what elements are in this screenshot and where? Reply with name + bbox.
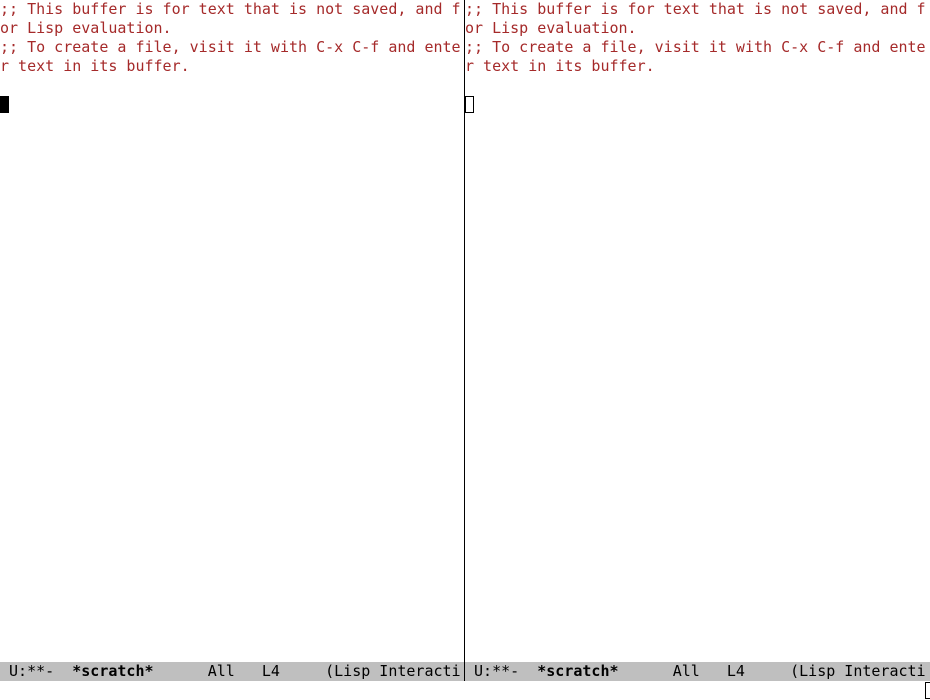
buffer-line: or Lisp evaluation. — [465, 19, 637, 37]
modeline-buffer-name: *scratch* — [72, 662, 153, 680]
buffer-line: ;; To create a file, visit it with C-x C… — [0, 38, 461, 56]
point-cursor — [0, 96, 9, 113]
buffer-line: r text in its buffer. — [0, 57, 190, 75]
modeline-right[interactable]: U:**- *scratch* All L4 (Lisp Interacti — [465, 662, 930, 681]
minibuffer[interactable] — [0, 681, 930, 700]
buffer-line: ;; To create a file, visit it with C-x C… — [465, 38, 926, 56]
buffer-line: ;; This buffer is for text that is not s… — [465, 0, 926, 18]
window-area: ;; This buffer is for text that is not s… — [0, 0, 930, 681]
window-right[interactable]: ;; This buffer is for text that is not s… — [465, 0, 930, 681]
modeline-buffer-name: *scratch* — [537, 662, 618, 680]
buffer-line: or Lisp evaluation. — [0, 19, 172, 37]
buffer-line: r text in its buffer. — [465, 57, 655, 75]
modeline-position-mode: All L4 (Lisp Interacti — [619, 662, 926, 680]
modeline-status: U:**- — [465, 662, 537, 680]
buffer-left[interactable]: ;; This buffer is for text that is not s… — [0, 0, 464, 662]
modeline-position-mode: All L4 (Lisp Interacti — [154, 662, 461, 680]
buffer-line: ;; This buffer is for text that is not s… — [0, 0, 461, 18]
modeline-status: U:**- — [0, 662, 72, 680]
emacs-frame: ;; This buffer is for text that is not s… — [0, 0, 930, 700]
modeline-left[interactable]: U:**- *scratch* All L4 (Lisp Interacti — [0, 662, 464, 681]
inactive-cursor — [465, 96, 474, 113]
fringe-indicator — [925, 682, 930, 699]
window-left[interactable]: ;; This buffer is for text that is not s… — [0, 0, 465, 681]
buffer-right[interactable]: ;; This buffer is for text that is not s… — [465, 0, 930, 662]
